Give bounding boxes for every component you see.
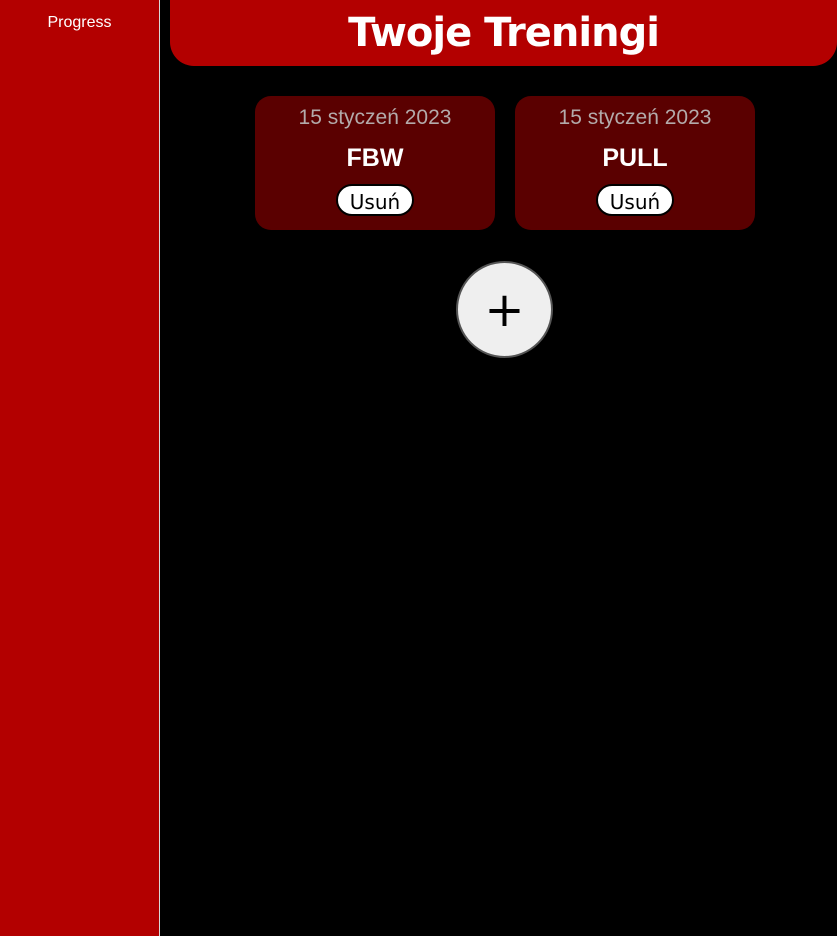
- workout-name: FBW: [346, 144, 404, 172]
- sidebar-item-progress[interactable]: Progress: [0, 0, 159, 32]
- workout-card[interactable]: 15 styczeń 2023 FBW Usuń: [255, 96, 495, 230]
- workout-card[interactable]: 15 styczeń 2023 PULL Usuń: [515, 96, 755, 230]
- main-content: Twoje Treningi 15 styczeń 2023 FBW Usuń …: [160, 0, 837, 936]
- workout-list: 15 styczeń 2023 FBW Usuń 15 styczeń 2023…: [255, 96, 755, 230]
- plus-icon: +: [484, 281, 525, 338]
- sidebar: Progress: [0, 0, 160, 936]
- workout-date: 15 styczeń 2023: [298, 106, 452, 129]
- page-header: Twoje Treningi: [170, 0, 837, 66]
- add-workout-button[interactable]: +: [456, 261, 553, 358]
- page-title: Twoje Treningi: [348, 10, 660, 56]
- workout-name: PULL: [602, 144, 668, 172]
- delete-workout-button[interactable]: Usuń: [335, 184, 415, 216]
- workout-date: 15 styczeń 2023: [558, 106, 712, 129]
- delete-workout-button[interactable]: Usuń: [595, 184, 675, 216]
